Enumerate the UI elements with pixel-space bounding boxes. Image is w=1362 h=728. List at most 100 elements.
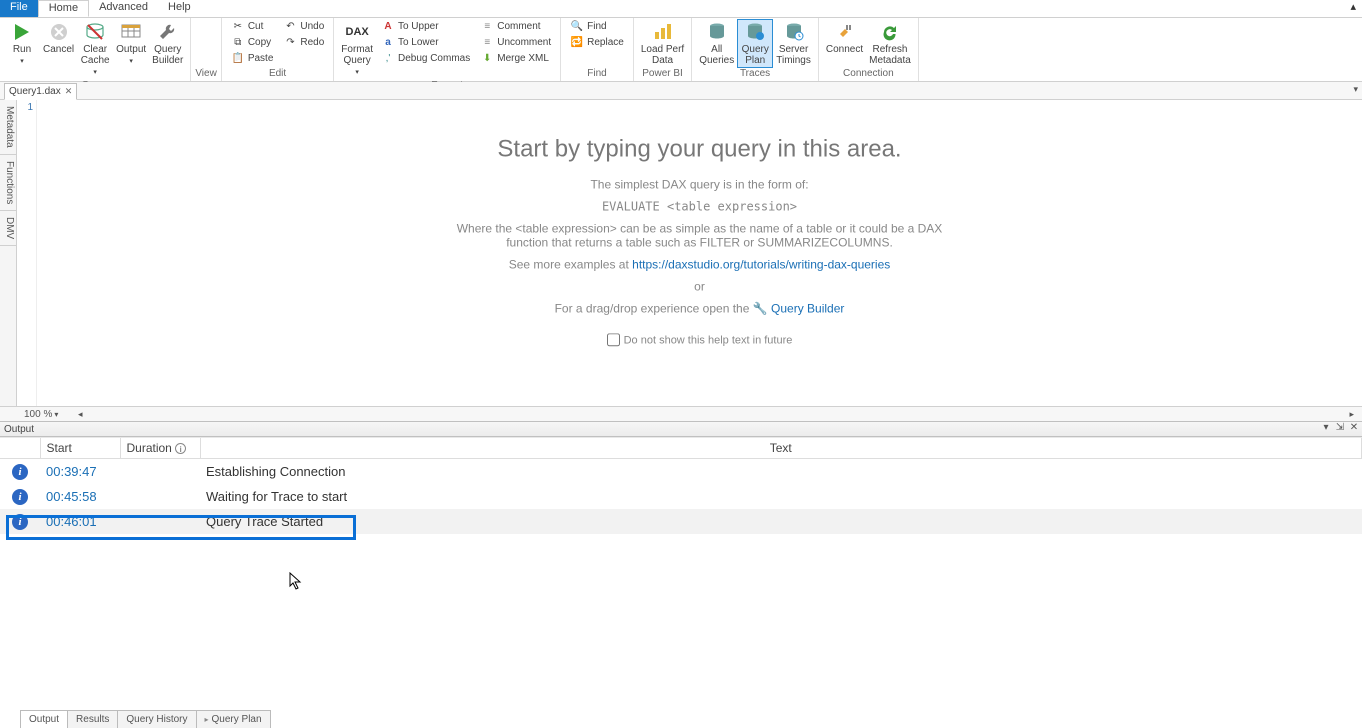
group-label-traces: Traces <box>696 68 814 80</box>
redo-icon: ↷ <box>283 36 297 50</box>
merge-icon: ⬇ <box>480 52 494 66</box>
to-lower-button[interactable]: aTo Lower <box>379 35 472 51</box>
col-text[interactable]: Text <box>200 438 1362 459</box>
refresh-label: Refresh Metadata <box>869 44 911 66</box>
comment-button[interactable]: ≡Comment <box>478 19 553 35</box>
info-icon-cell: i <box>0 509 40 534</box>
run-button[interactable]: Run ▾ <box>4 19 40 69</box>
btab-output[interactable]: Output <box>20 710 68 728</box>
tutorials-link[interactable]: https://daxstudio.org/tutorials/writing-… <box>632 257 890 271</box>
sidetab-dmv[interactable]: DMV <box>0 211 16 246</box>
uncomment-button[interactable]: ≡Uncomment <box>478 35 553 51</box>
table-row[interactable]: i00:46:01Query Trace Started <box>0 509 1362 534</box>
scroll-right-icon[interactable]: ▸ <box>1349 409 1354 420</box>
ribbon-collapse-icon[interactable]: ▴ <box>1350 0 1356 13</box>
hide-help-input[interactable] <box>607 333 620 346</box>
load-perf-label: Load Perf Data <box>641 44 684 66</box>
sidetab-metadata[interactable]: Metadata <box>0 100 16 155</box>
sidetab-functions[interactable]: Functions <box>0 155 16 211</box>
menu-file[interactable]: File <box>0 0 38 17</box>
cut-button[interactable]: ✂Cut <box>229 19 276 35</box>
doctab-query1[interactable]: Query1.dax ✕ <box>4 83 77 100</box>
code-editor[interactable]: 1 Start by typing your query in this are… <box>17 100 1362 406</box>
panel-close-icon[interactable]: ✕ <box>1348 422 1360 433</box>
hide-help-checkbox[interactable]: Do not show this help text in future <box>607 333 793 346</box>
copy-icon: ⧉ <box>231 36 245 50</box>
group-label-edit: Edit <box>226 68 329 80</box>
query-builder-button[interactable]: Query Builder <box>149 19 186 68</box>
server-timings-button[interactable]: Server Timings <box>773 19 814 68</box>
placeholder-p3: See more examples at https://daxstudio.o… <box>450 257 950 271</box>
output-grid[interactable]: Start Duration i Text i00:39:47Establish… <box>0 437 1362 713</box>
debug-commas-button[interactable]: ,'Debug Commas <box>379 51 472 67</box>
ribbon-group-powerbi: Load Perf Data Power BI <box>634 18 692 81</box>
clear-cache-label: Clear Cache <box>81 44 110 66</box>
load-perf-button[interactable]: Load Perf Data <box>638 19 687 68</box>
btab-history[interactable]: Query History <box>117 710 196 728</box>
table-row[interactable]: i00:39:47Establishing Connection <box>0 459 1362 485</box>
uncomment-icon: ≡ <box>480 36 494 50</box>
panel-pin-icon[interactable]: ⇲ <box>1334 422 1346 433</box>
query-builder-link[interactable]: Query Builder <box>771 301 844 315</box>
info-icon: i <box>12 489 28 505</box>
menu-advanced[interactable]: Advanced <box>89 0 158 17</box>
format-query-button[interactable]: DAX Format Query ▾ <box>338 19 376 80</box>
find-button[interactable]: 🔍Find <box>568 19 626 35</box>
btab-queryplan[interactable]: ▸Query Plan <box>196 710 271 728</box>
paste-icon: 📋 <box>231 52 245 66</box>
panel-dropdown-icon[interactable]: ▾ <box>1320 422 1332 433</box>
query-plan-button[interactable]: Query Plan <box>737 19 773 68</box>
output-button[interactable]: Output ▾ <box>113 19 149 69</box>
close-icon[interactable]: ✕ <box>65 86 73 97</box>
cell-start: 00:39:47 <box>40 459 120 485</box>
line-number: 1 <box>17 102 33 113</box>
query-builder-label: Query Builder <box>152 44 183 66</box>
format-query-label: Format Query <box>341 44 373 66</box>
info-icon-cell: i <box>0 459 40 485</box>
ribbon-group-find: 🔍Find 🔁Replace Find <box>561 18 634 81</box>
refresh-metadata-button[interactable]: Refresh Metadata <box>866 19 914 68</box>
placeholder-p1: The simplest DAX query is in the form of… <box>450 177 950 191</box>
doctabs-dropdown-icon[interactable]: ▾ <box>1353 84 1358 95</box>
group-label-powerbi: Power BI <box>638 68 687 80</box>
dropdown-icon: ▾ <box>93 67 97 78</box>
editor-content[interactable]: Start by typing your query in this area.… <box>37 100 1362 406</box>
copy-button[interactable]: ⧉Copy <box>229 35 276 51</box>
dropdown-icon: ▾ <box>355 67 359 78</box>
db-icon <box>705 21 729 43</box>
menu-help[interactable]: Help <box>158 0 201 17</box>
connect-button[interactable]: Connect <box>823 19 866 57</box>
cancel-button[interactable]: Cancel <box>40 19 77 57</box>
upper-icon: A <box>381 20 395 34</box>
play-icon: ▸ <box>205 715 209 724</box>
ribbon-group-format: DAX Format Query ▾ ATo Upper aTo Lower ,… <box>334 18 561 81</box>
merge-xml-button[interactable]: ⬇Merge XML <box>478 51 553 67</box>
group-label-connection: Connection <box>823 68 914 80</box>
doctab-label: Query1.dax <box>9 86 61 97</box>
comment-icon: ≡ <box>480 20 494 34</box>
play-icon <box>10 21 34 43</box>
dropdown-icon: ▾ <box>129 56 133 67</box>
to-upper-button[interactable]: ATo Upper <box>379 19 472 35</box>
undo-button[interactable]: ↶Undo <box>281 19 326 35</box>
replace-button[interactable]: 🔁Replace <box>568 35 626 51</box>
col-start[interactable]: Start <box>40 438 120 459</box>
redo-button[interactable]: ↷Redo <box>281 35 326 51</box>
btab-results[interactable]: Results <box>67 710 118 728</box>
ribbon-group-view: View <box>191 18 222 81</box>
col-duration[interactable]: Duration i <box>120 438 200 459</box>
menu-home[interactable]: Home <box>38 0 89 17</box>
zoom-dropdown-icon[interactable]: ▾ <box>54 410 58 419</box>
db-clock-icon <box>782 21 806 43</box>
table-row[interactable]: i00:45:58Waiting for Trace to start <box>0 484 1362 509</box>
clear-cache-button[interactable]: Clear Cache ▾ <box>77 19 113 80</box>
placeholder-title: Start by typing your query in this area. <box>450 135 950 163</box>
scroll-left-icon[interactable]: ◂ <box>78 409 83 420</box>
all-queries-button[interactable]: All Queries <box>696 19 737 68</box>
plug-icon <box>833 21 857 43</box>
info-icon: i <box>12 514 28 530</box>
ribbon-group-connection: Connect Refresh Metadata Connection <box>819 18 919 81</box>
ribbon-group-edit: ✂Cut ⧉Copy 📋Paste ↶Undo ↷Redo Edit <box>222 18 334 81</box>
info-icon: i <box>12 464 28 480</box>
paste-button[interactable]: 📋Paste <box>229 51 276 67</box>
